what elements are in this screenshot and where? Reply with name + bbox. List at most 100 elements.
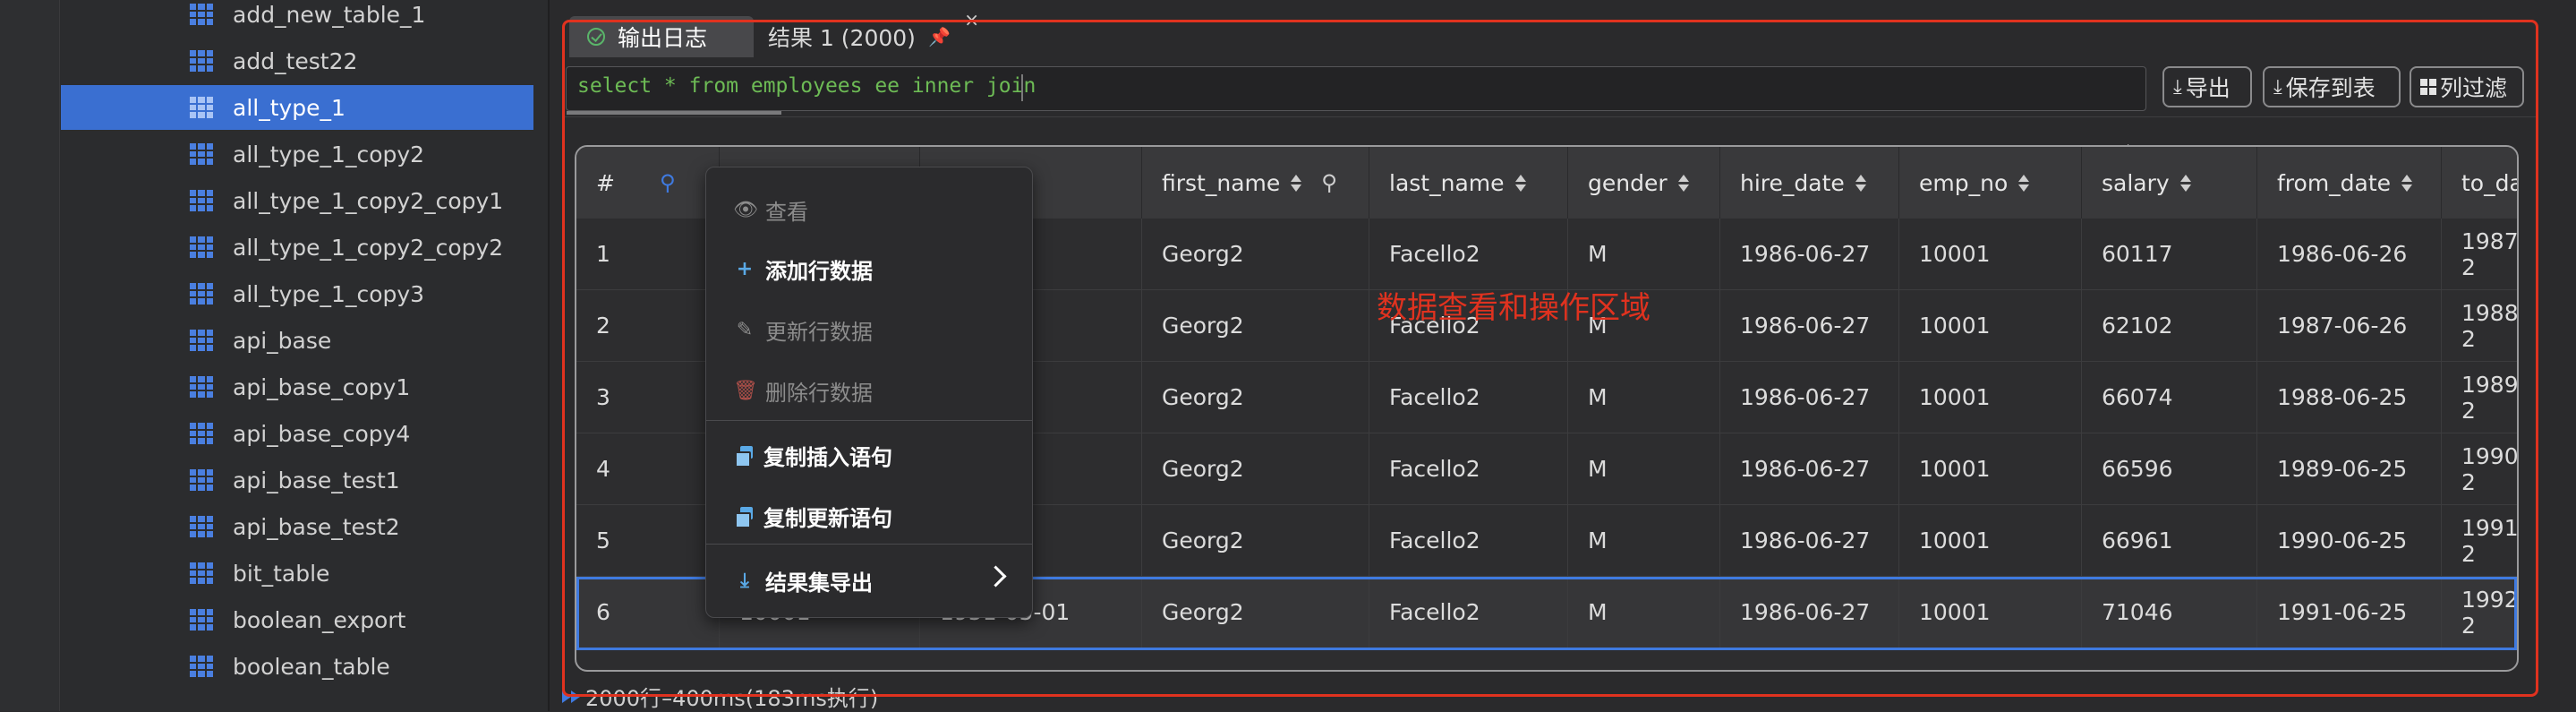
table-cell[interactable]: 1991-06-2: [2442, 505, 2517, 577]
pin-column-icon[interactable]: ⚲: [1321, 170, 1337, 195]
table-cell[interactable]: 3: [576, 362, 720, 433]
sql-preview-field[interactable]: select * from employees ee inner join: [566, 66, 2146, 167]
column-filter-button[interactable]: 列过滤: [2410, 66, 2524, 107]
table-cell[interactable]: 1986-06-27: [1720, 219, 1899, 290]
table-cell[interactable]: 66961: [2082, 505, 2257, 577]
sidebar-table-item[interactable]: all_type_1_copy3: [61, 271, 533, 316]
table-cell[interactable]: 62102: [2082, 290, 2257, 362]
column-header[interactable]: gender: [1568, 147, 1720, 219]
sidebar-table-item[interactable]: api_base_test2: [61, 504, 533, 549]
table-cell[interactable]: Georg2: [1142, 433, 1369, 505]
context-menu-item[interactable]: 复制更新语句: [706, 486, 1032, 545]
table-cell[interactable]: Facello2: [1369, 219, 1568, 290]
context-menu-item[interactable]: 🗑 删除行数据: [706, 361, 1032, 420]
context-menu-item[interactable]: + 添加行数据: [706, 239, 1032, 298]
table-cell[interactable]: 5: [576, 505, 720, 577]
sort-icon[interactable]: [1291, 175, 1301, 192]
table-cell[interactable]: 10001: [1899, 362, 2082, 433]
context-menu-item[interactable]: ⤓ 结果集导出: [706, 551, 1032, 610]
table-cell[interactable]: Facello2: [1369, 505, 1568, 577]
sidebar-table-item[interactable]: api_base_copy1: [61, 365, 533, 409]
save-to-table-button[interactable]: ⤓ 保存到表: [2263, 66, 2401, 107]
table-cell[interactable]: Georg2: [1142, 219, 1369, 290]
context-menu-item[interactable]: 👁 查看: [706, 180, 1032, 239]
sidebar-table-item[interactable]: boolean_export: [61, 597, 533, 642]
table-cell[interactable]: 1: [576, 219, 720, 290]
pin-icon[interactable]: 📌: [928, 26, 951, 47]
table-cell[interactable]: 1986-06-27: [1720, 362, 1899, 433]
table-cell[interactable]: 1986-06-26: [2257, 219, 2442, 290]
sort-icon[interactable]: [1515, 175, 1526, 192]
table-cell[interactable]: 71046: [2082, 577, 2257, 648]
table-cell[interactable]: 1989-06-25: [2257, 433, 2442, 505]
table-cell[interactable]: 10001: [1899, 290, 2082, 362]
sidebar-table-item[interactable]: add_new_table_1: [61, 0, 533, 37]
table-cell[interactable]: 10001: [1899, 219, 2082, 290]
table-cell[interactable]: Georg2: [1142, 362, 1369, 433]
context-menu-item[interactable]: 复制插入语句: [706, 425, 1032, 485]
sql-horizontal-scrollbar[interactable]: [567, 111, 781, 115]
table-cell[interactable]: M: [1568, 362, 1720, 433]
column-header[interactable]: last_name: [1369, 147, 1568, 219]
sidebar-table-item[interactable]: add_test22: [61, 39, 533, 83]
table-cell[interactable]: 66074: [2082, 362, 2257, 433]
sort-icon[interactable]: [2018, 175, 2029, 192]
column-header[interactable]: salary: [2082, 147, 2257, 219]
table-cell[interactable]: M: [1568, 219, 1720, 290]
context-menu-item[interactable]: ✎ 更新行数据: [706, 300, 1032, 359]
export-button[interactable]: ⤓ 导出: [2162, 66, 2252, 107]
sidebar-table-item[interactable]: api_base_copy4: [61, 411, 533, 456]
table-cell[interactable]: 4: [576, 433, 720, 505]
table-cell[interactable]: 1988-06-25: [2257, 362, 2442, 433]
column-header[interactable]: from_date: [2257, 147, 2442, 219]
table-cell[interactable]: 6: [576, 577, 720, 648]
table-cell[interactable]: 1992-06-2: [2442, 577, 2517, 648]
table-cell[interactable]: 1991-06-25: [2257, 577, 2442, 648]
sidebar-table-item[interactable]: bit_table: [61, 551, 533, 596]
table-cell[interactable]: 1990-06-2: [2442, 433, 2517, 505]
column-header[interactable]: first_name ⚲: [1142, 147, 1369, 219]
table-cell[interactable]: Facello2: [1369, 577, 1568, 648]
column-header[interactable]: to_date: [2442, 147, 2517, 219]
table-cell[interactable]: 1990-06-25: [2257, 505, 2442, 577]
column-header[interactable]: # ⚲: [576, 147, 720, 219]
sidebar-table-item[interactable]: all_type_1_copy2_copy1: [61, 178, 533, 223]
table-cell[interactable]: 1986-06-27: [1720, 290, 1899, 362]
table-cell[interactable]: 1986-06-27: [1720, 577, 1899, 648]
table-cell[interactable]: Georg2: [1142, 290, 1369, 362]
column-header[interactable]: hire_date: [1720, 147, 1899, 219]
table-cell[interactable]: 2: [576, 290, 720, 362]
table-cell[interactable]: M: [1568, 433, 1720, 505]
close-icon[interactable]: ×: [964, 9, 979, 30]
table-cell[interactable]: M: [1568, 577, 1720, 648]
column-header[interactable]: emp_no: [1899, 147, 2082, 219]
sidebar-table-item[interactable]: all_type_1_copy2: [61, 132, 533, 176]
table-cell[interactable]: Georg2: [1142, 577, 1369, 648]
table-cell[interactable]: 66596: [2082, 433, 2257, 505]
table-cell[interactable]: 1987-06-2: [2442, 219, 2517, 290]
sidebar-table-item[interactable]: all_type_1: [61, 85, 533, 130]
sort-icon[interactable]: [1678, 175, 1689, 192]
sidebar-table-item[interactable]: all_type_1_copy2_copy2: [61, 225, 533, 270]
sort-icon[interactable]: [1855, 175, 1866, 192]
sort-icon[interactable]: [2401, 175, 2412, 192]
table-cell[interactable]: 10001: [1899, 577, 2082, 648]
pin-column-icon[interactable]: ⚲: [660, 170, 676, 195]
table-cell[interactable]: 1986-06-27: [1720, 433, 1899, 505]
tab-output-log[interactable]: 输出日志: [569, 16, 754, 57]
sidebar-table-item[interactable]: api_base: [61, 318, 533, 363]
sidebar-table-item[interactable]: api_base_test1: [61, 458, 533, 502]
table-cell[interactable]: 1988-06-2: [2442, 290, 2517, 362]
tab-result-1[interactable]: 结果 1 (2000) 📌 ×: [768, 9, 983, 57]
table-cell[interactable]: 1986-06-27: [1720, 505, 1899, 577]
table-cell[interactable]: 10001: [1899, 433, 2082, 505]
table-cell[interactable]: 60117: [2082, 219, 2257, 290]
table-cell[interactable]: M: [1568, 505, 1720, 577]
sort-icon[interactable]: [2180, 175, 2191, 192]
table-cell[interactable]: Georg2: [1142, 505, 1369, 577]
table-cell[interactable]: 1987-06-26: [2257, 290, 2442, 362]
table-cell[interactable]: Facello2: [1369, 433, 1568, 505]
table-cell[interactable]: 1989-06-2: [2442, 362, 2517, 433]
table-cell[interactable]: Facello2: [1369, 362, 1568, 433]
sidebar-table-item[interactable]: boolean_table: [61, 644, 533, 689]
